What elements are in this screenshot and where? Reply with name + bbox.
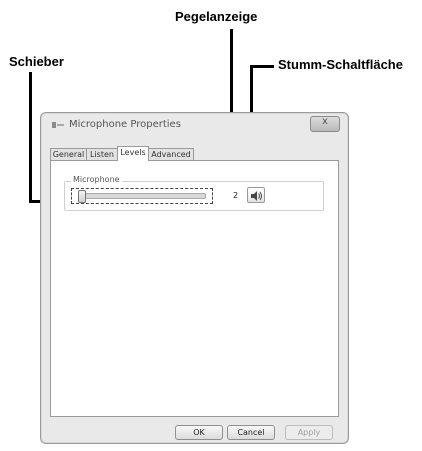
- title-bar[interactable]: Microphone Properties x: [41, 113, 348, 137]
- slider-track: [78, 193, 206, 199]
- ok-button[interactable]: OK: [175, 425, 223, 440]
- microphone-properties-window: Microphone Properties x General Listen L…: [40, 112, 349, 444]
- levels-panel: Microphone 2: [50, 160, 339, 417]
- callout-slider: Schieber: [9, 54, 64, 69]
- level-value: 2: [233, 191, 239, 200]
- callout-mute-button: Stumm-Schaltfläche: [278, 57, 403, 72]
- volume-slider[interactable]: [71, 188, 213, 204]
- microphone-group: Microphone 2: [64, 175, 324, 211]
- microphone-icon: [52, 122, 64, 128]
- callout-mute-line-horizontal: [250, 65, 274, 68]
- close-icon: x: [322, 116, 328, 127]
- window-title: Microphone Properties: [69, 119, 181, 130]
- callout-level-indicator: Pegelanzeige: [175, 9, 258, 24]
- mute-button[interactable]: [247, 187, 265, 203]
- microphone-group-label: Microphone: [71, 175, 122, 184]
- callout-slider-line-vertical: [29, 72, 32, 203]
- cancel-button[interactable]: Cancel: [227, 425, 275, 440]
- speaker-icon: [251, 191, 262, 201]
- slider-thumb[interactable]: [78, 190, 87, 203]
- close-button[interactable]: x: [310, 116, 340, 132]
- tab-levels[interactable]: Levels: [117, 146, 149, 161]
- apply-button: Apply: [285, 425, 333, 440]
